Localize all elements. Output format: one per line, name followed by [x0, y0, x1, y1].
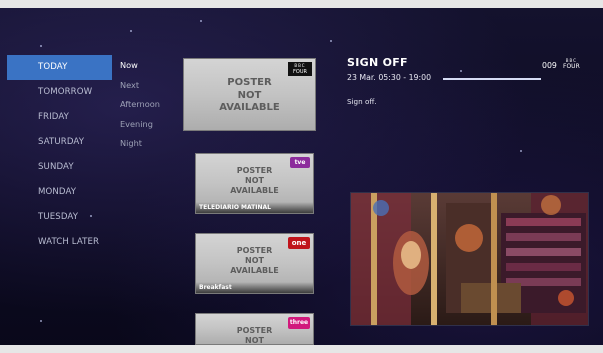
- day-item-tomorrow[interactable]: TOMORROW: [7, 80, 112, 105]
- bbc-four-logo-icon: BBC FOUR: [288, 62, 312, 76]
- program-poster[interactable]: BBC FOUR POSTER NOT AVAILABLE: [183, 58, 316, 131]
- top-border: [0, 0, 603, 8]
- background-star: [40, 320, 42, 322]
- time-slot-evening[interactable]: Evening: [113, 115, 183, 135]
- day-item-watch-later[interactable]: WATCH LATER: [7, 230, 112, 255]
- day-item-saturday[interactable]: SATURDAY: [7, 130, 112, 155]
- day-item-sunday[interactable]: SUNDAY: [7, 155, 112, 180]
- video-preview[interactable]: [350, 192, 589, 326]
- background-star: [40, 45, 42, 47]
- program-description: Sign off.: [347, 97, 377, 106]
- program-time: 23 Mar. 05:30 - 19:00: [347, 73, 432, 82]
- video-preview-icon: [351, 193, 588, 325]
- epg-screen: TODAY TOMORROW FRIDAY SATURDAY SUNDAY MO…: [0, 0, 603, 353]
- background-star: [200, 20, 202, 22]
- background-star: [130, 30, 132, 32]
- day-item-today[interactable]: TODAY: [7, 55, 112, 80]
- program-poster[interactable]: one POSTER NOT AVAILABLE Breakfast: [195, 233, 314, 294]
- day-item-friday[interactable]: FRIDAY: [7, 105, 112, 130]
- day-item-tuesday[interactable]: TUESDAY: [7, 205, 112, 230]
- background-star: [460, 70, 462, 72]
- program-poster[interactable]: tve POSTER NOT AVAILABLE TELEDIARIO MATI…: [195, 153, 314, 214]
- poster-placeholder: POSTER NOT AVAILABLE: [219, 77, 280, 113]
- background-star: [330, 40, 332, 42]
- poster-caption: TELEDIARIO MATINAL: [196, 202, 313, 213]
- poster-placeholder: POSTER NOT AVAILABLE: [230, 246, 279, 275]
- channel-number: 009: [542, 61, 557, 70]
- background-star: [520, 150, 522, 152]
- program-progress-bar: [443, 78, 541, 80]
- poster-caption: Breakfast: [196, 282, 313, 293]
- time-slot-afternoon[interactable]: Afternoon: [113, 95, 183, 115]
- poster-placeholder: POSTER NOT AVAILABLE: [230, 166, 279, 195]
- day-item-monday[interactable]: MONDAY: [7, 180, 112, 205]
- time-slot-now[interactable]: Now: [113, 56, 183, 76]
- time-slot-night[interactable]: Night: [113, 134, 183, 154]
- time-slot-list: Now Next Afternoon Evening Night: [113, 56, 183, 154]
- bbc-four-logo-icon: BBC FOUR: [563, 58, 580, 70]
- program-poster[interactable]: three POSTER NOT: [195, 313, 314, 345]
- time-slot-next[interactable]: Next: [113, 76, 183, 96]
- program-title: SIGN OFF: [347, 56, 408, 69]
- day-list: TODAY TOMORROW FRIDAY SATURDAY SUNDAY MO…: [7, 55, 112, 255]
- bottom-border: [0, 345, 603, 353]
- poster-placeholder: POSTER NOT: [236, 326, 273, 345]
